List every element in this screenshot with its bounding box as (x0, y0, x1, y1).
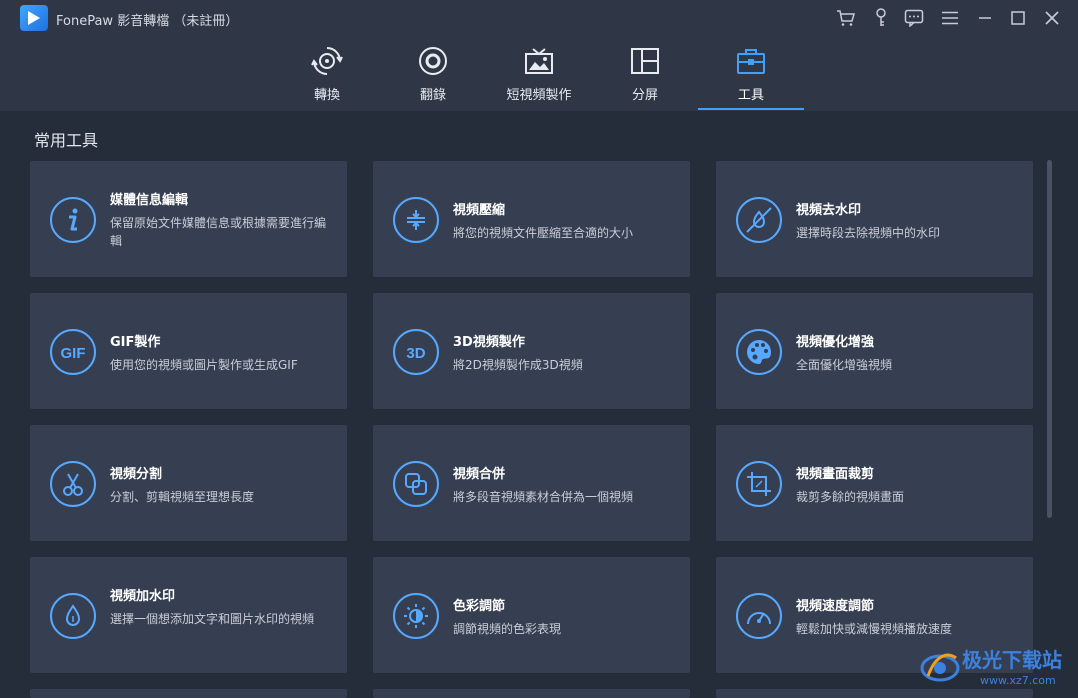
card-title: 媒體信息編輯 (110, 193, 189, 208)
tab-tools[interactable]: 工具 (721, 44, 781, 111)
card-title: 視頻畫面裁剪 (796, 467, 875, 482)
active-tab-indicator (698, 108, 804, 110)
site-watermark: 极光下载站 www.xz7.com (918, 640, 1074, 696)
menu-icon[interactable] (938, 6, 962, 30)
card-description: 裁剪多餘的視頻畫面 (796, 490, 905, 504)
split-screen-icon (615, 44, 675, 78)
tool-card-video-merge[interactable]: 視頻合併 將多段音視頻素材合併為一個視頻 (373, 425, 690, 541)
card-description: 分割、剪輯視頻至理想長度 (110, 490, 255, 504)
tool-card-video-crop[interactable]: 視頻畫面裁剪 裁剪多餘的視頻畫面 (716, 425, 1033, 541)
svg-text:GIF: GIF (61, 345, 86, 361)
crop-icon (736, 461, 782, 507)
card-title: 視頻分割 (110, 467, 163, 482)
add-watermark-icon (50, 593, 96, 639)
tab-label: 翻錄 (419, 88, 446, 103)
svg-text:3D: 3D (406, 345, 425, 361)
compress-icon (393, 197, 439, 243)
card-title: 視頻去水印 (796, 203, 862, 218)
card-title: 視頻速度調節 (796, 599, 875, 614)
remove-watermark-icon (736, 197, 782, 243)
section-title: 常用工具 (34, 131, 99, 150)
tab-rip[interactable]: 翻錄 (403, 44, 463, 111)
card-description: 使用您的視頻或圖片製作或生成GIF (110, 358, 298, 372)
tab-label: 短視頻製作 (506, 88, 572, 103)
card-title: 視頻加水印 (110, 589, 176, 604)
card-title: 視頻優化增強 (796, 335, 875, 350)
tool-card-media-info[interactable]: 媒體信息編輯 保留原始文件媒體信息或根據需要進行編輯 (30, 161, 347, 277)
key-icon[interactable] (869, 6, 893, 30)
tab-label: 轉換 (313, 88, 340, 103)
card-description: 將2D視頻製作成3D視頻 (453, 358, 583, 372)
watermark-url: www.xz7.com (980, 674, 1056, 687)
convert-icon (297, 44, 357, 78)
tool-card-video-compress[interactable]: 視頻壓縮 將您的視頻文件壓縮至合適的大小 (373, 161, 690, 277)
3d-icon: 3D (393, 329, 439, 375)
title-bar: FonePaw 影音轉檔 （未註冊） (0, 0, 1078, 36)
window-title: FonePaw 影音轉檔 （未註冊） (56, 14, 239, 29)
tab-label: 分屏 (631, 88, 658, 103)
tool-card-video-enhance[interactable]: 視頻優化增強 全面優化增強視頻 (716, 293, 1033, 409)
card-title: GIF製作 (110, 335, 161, 350)
tool-card-video-split[interactable]: 視頻分割 分割、剪輯視頻至理想長度 (30, 425, 347, 541)
main-tab-bar: 轉換 翻錄 短視頻製作 分屏 工具 (0, 36, 1078, 111)
rip-disc-icon (403, 44, 463, 78)
card-title: 視頻合併 (453, 467, 506, 482)
palette-icon (736, 329, 782, 375)
card-description: 保留原始文件媒體信息或根據需要進行編輯 (110, 216, 327, 248)
tool-card-add-watermark[interactable]: 視頻加水印 選擇一個想添加文字和圖片水印的視頻 (30, 557, 347, 673)
tool-card-color-adjust[interactable]: 色彩調節 調節視頻的色彩表現 (373, 557, 690, 673)
tab-convert[interactable]: 轉換 (297, 44, 357, 111)
card-title: 色彩調節 (453, 599, 506, 614)
close-icon[interactable] (1040, 6, 1064, 30)
tab-label: 工具 (737, 88, 764, 103)
card-description: 全面優化增強視頻 (796, 358, 893, 372)
feedback-icon[interactable] (902, 6, 926, 30)
tab-short-video[interactable]: 短視頻製作 (499, 44, 579, 111)
speed-icon (736, 593, 782, 639)
gif-icon: GIF (50, 329, 96, 375)
card-description: 將您的視頻文件壓縮至合適的大小 (453, 226, 634, 240)
card-description: 選擇時段去除視頻中的水印 (796, 226, 941, 240)
info-icon (50, 197, 96, 243)
vertical-scrollbar[interactable] (1047, 160, 1052, 518)
tab-split-screen[interactable]: 分屏 (615, 44, 675, 111)
tv-image-icon (499, 44, 579, 78)
card-title: 視頻壓縮 (453, 203, 506, 218)
watermark-text: 极光下载站 (962, 648, 1062, 672)
maximize-icon[interactable] (1006, 6, 1030, 30)
merge-icon (393, 461, 439, 507)
card-description: 輕鬆加快或減慢視頻播放速度 (796, 622, 953, 636)
card-description: 調節視頻的色彩表現 (453, 622, 562, 636)
scissors-icon (50, 461, 96, 507)
card-title: 3D視頻製作 (453, 335, 525, 350)
tool-card-gif-maker[interactable]: GIF GIF製作 使用您的視頻或圖片製作或生成GIF (30, 293, 347, 409)
tool-card-3d-maker[interactable]: 3D 3D視頻製作 將2D視頻製作成3D視頻 (373, 293, 690, 409)
card-description: 將多段音視頻素材合併為一個視頻 (453, 490, 634, 504)
cart-icon[interactable] (834, 6, 858, 30)
app-logo-icon (20, 5, 48, 31)
watermark-logo-icon (920, 653, 960, 682)
tool-card-partial[interactable] (30, 689, 347, 698)
brightness-icon (393, 593, 439, 639)
toolbox-icon (721, 44, 781, 78)
tool-card-partial[interactable] (373, 689, 690, 698)
minimize-icon[interactable] (973, 6, 997, 30)
tool-card-remove-watermark[interactable]: 視頻去水印 選擇時段去除視頻中的水印 (716, 161, 1033, 277)
card-description: 選擇一個想添加文字和圖片水印的視頻 (110, 612, 315, 626)
